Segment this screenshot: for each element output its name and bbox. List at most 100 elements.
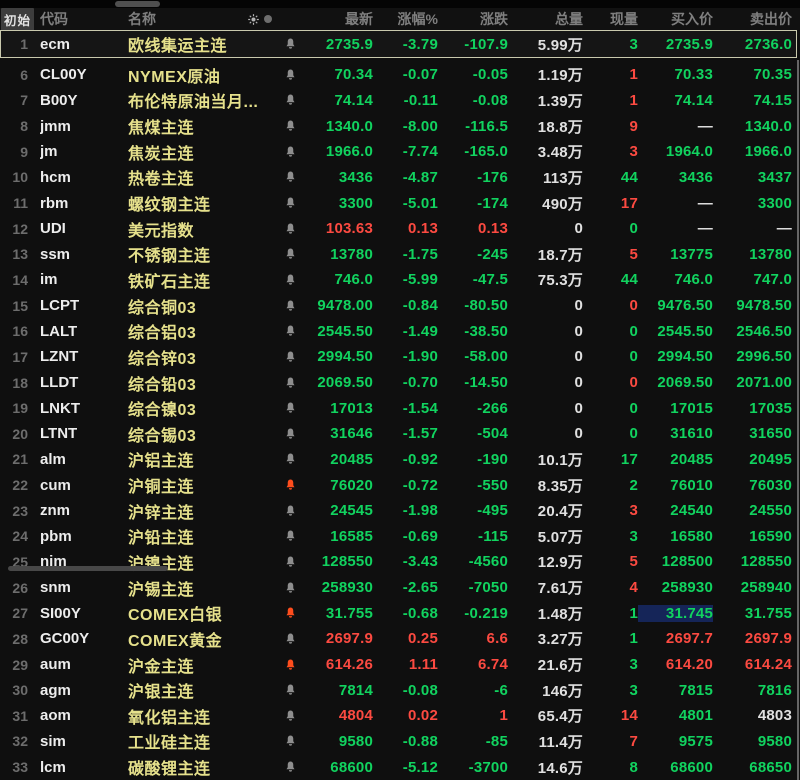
- change-value: -115: [438, 528, 508, 545]
- table-row[interactable]: 33lcm碳酸锂主连68600-5.12-370014.6万8686006865…: [0, 754, 800, 780]
- column-header-name[interactable]: 名称: [128, 9, 280, 29]
- change-value: -116.5: [438, 118, 508, 135]
- table-row[interactable]: 18LLDT综合铅032069.50-0.70-14.50002069.5020…: [0, 370, 800, 396]
- alert-bell-icon[interactable]: [280, 555, 300, 569]
- bid-price: —: [638, 118, 713, 135]
- alert-bell-icon[interactable]: [280, 683, 300, 697]
- table-row[interactable]: 11rbm螺纹钢主连3300-5.01-174490万17—3300: [0, 190, 800, 216]
- total-volume: 7.61万: [508, 577, 583, 598]
- total-volume: 146万: [508, 680, 583, 701]
- sun-icon[interactable]: [248, 14, 259, 25]
- instrument-name: 工业硅主连: [128, 729, 280, 753]
- alert-bell-icon[interactable]: [280, 529, 300, 543]
- alert-bell-icon[interactable]: [280, 350, 300, 364]
- latest-price: 76020: [300, 477, 373, 494]
- alert-bell-icon[interactable]: [280, 222, 300, 236]
- table-row[interactable]: 9jm焦炭主连1966.0-7.74-165.03.48万31964.01966…: [0, 139, 800, 165]
- current-volume: 0: [583, 374, 638, 391]
- table-row[interactable]: 16LALT综合铝032545.50-1.49-38.50002545.5025…: [0, 318, 800, 344]
- table-row[interactable]: 15LCPT综合铜039478.00-0.84-80.50009476.5094…: [0, 293, 800, 319]
- latest-price: 4804: [300, 707, 373, 724]
- alert-bell-icon[interactable]: [280, 273, 300, 287]
- column-header-code[interactable]: 代码: [40, 9, 128, 29]
- alert-bell-icon[interactable]: [280, 93, 300, 107]
- table-row[interactable]: 28GC00YCOMEX黄金2697.90.256.63.27万12697.72…: [0, 626, 800, 652]
- column-header-bid-price[interactable]: 买入价: [638, 9, 713, 29]
- change-percent: -1.75: [373, 246, 438, 263]
- ask-price: 17035: [713, 400, 792, 417]
- change-value: -165.0: [438, 143, 508, 160]
- alert-bell-icon[interactable]: [280, 581, 300, 595]
- table-row[interactable]: 32sim工业硅主连9580-0.88-8511.4万795759580: [0, 729, 800, 755]
- table-row[interactable]: 7B00Y布伦特原油当月...74.14-0.11-0.081.39万174.1…: [0, 88, 800, 114]
- alert-bell-icon[interactable]: [280, 299, 300, 313]
- alert-bell-icon[interactable]: [280, 478, 300, 492]
- table-row[interactable]: 14im铁矿石主连746.0-5.99-47.575.3万44746.0747.…: [0, 267, 800, 293]
- column-header-change-percent[interactable]: 涨幅%: [373, 9, 438, 29]
- column-header-latest[interactable]: 最新: [300, 9, 373, 29]
- alert-bell-icon[interactable]: [280, 247, 300, 261]
- table-row[interactable]: 20LTNT综合锡0331646-1.57-504003161031650: [0, 421, 800, 447]
- change-percent: -0.11: [373, 92, 438, 109]
- column-header-change[interactable]: 涨跌: [438, 9, 508, 29]
- table-row[interactable]: 26snm沪锡主连258930-2.65-70507.61万4258930258…: [0, 575, 800, 601]
- alert-bell-icon[interactable]: [280, 658, 300, 672]
- alert-bell-icon[interactable]: [280, 401, 300, 415]
- alert-bell-icon[interactable]: [280, 452, 300, 466]
- table-row[interactable]: 29aum沪金主连614.261.116.7421.6万3614.20614.2…: [0, 652, 800, 678]
- table-row[interactable]: 24pbm沪铅主连16585-0.69-1155.07万31658016590: [0, 524, 800, 550]
- instrument-code: LLDT: [40, 374, 128, 391]
- table-row[interactable]: 10hcm热卷主连3436-4.87-176113万4434363437: [0, 165, 800, 191]
- ask-price: 9580: [713, 733, 792, 750]
- change-value: -85: [438, 733, 508, 750]
- dot-icon[interactable]: [264, 15, 272, 23]
- column-header-ask-price[interactable]: 卖出价: [713, 9, 792, 29]
- bid-price: 31610: [638, 425, 713, 442]
- alert-bell-icon[interactable]: [280, 504, 300, 518]
- table-row[interactable]: 6CL00YNYMEX原油70.34-0.07-0.051.19万170.337…: [0, 62, 800, 88]
- table-row[interactable]: 12UDI美元指数103.630.130.1300——: [0, 216, 800, 242]
- current-volume: 0: [583, 220, 638, 237]
- change-value: -38.50: [438, 323, 508, 340]
- alert-bell-icon[interactable]: [280, 376, 300, 390]
- current-volume: 0: [583, 348, 638, 365]
- current-volume: 3: [583, 143, 638, 160]
- change-value: -266: [438, 400, 508, 417]
- alert-bell-icon[interactable]: [280, 427, 300, 441]
- bid-price: 17015: [638, 400, 713, 417]
- table-row[interactable]: 19LNKT综合镍0317013-1.54-266001701517035: [0, 395, 800, 421]
- table-row[interactable]: 21alm沪铝主连20485-0.92-19010.1万172048520495: [0, 447, 800, 473]
- column-header-total-volume[interactable]: 总量: [508, 9, 583, 29]
- alert-bell-icon[interactable]: [280, 709, 300, 723]
- table-row[interactable]: 31aom氧化铝主连48040.02165.4万1448014803: [0, 703, 800, 729]
- row-number: 15: [0, 298, 40, 314]
- table-row[interactable]: 8jmm焦煤主连1340.0-8.00-116.518.8万9—1340.0: [0, 113, 800, 139]
- alert-bell-icon[interactable]: [280, 68, 300, 82]
- middle-horizontal-scrollbar[interactable]: [8, 566, 168, 571]
- total-volume: 0: [508, 348, 583, 365]
- table-row[interactable]: 22cum沪铜主连76020-0.72-5508.35万27601076030: [0, 472, 800, 498]
- alert-bell-icon[interactable]: [280, 145, 300, 159]
- table-row[interactable]: 13ssm不锈钢主连13780-1.75-24518.7万51377513780: [0, 241, 800, 267]
- alert-bell-icon[interactable]: [280, 760, 300, 774]
- table-row[interactable]: 1ecm欧线集运主连2735.9-3.79-107.95.99万32735.92…: [0, 30, 797, 58]
- alert-bell-icon[interactable]: [280, 196, 300, 210]
- instrument-code: ecm: [40, 36, 128, 53]
- alert-bell-icon[interactable]: [280, 606, 300, 620]
- vertical-scrollbar[interactable]: [797, 60, 799, 780]
- table-body: 6CL00YNYMEX原油70.34-0.07-0.051.19万170.337…: [0, 62, 800, 780]
- alert-bell-icon[interactable]: [280, 324, 300, 338]
- column-header-current-volume[interactable]: 现量: [583, 9, 638, 29]
- top-scroll-thumb[interactable]: [115, 1, 160, 7]
- alert-bell-icon[interactable]: [280, 632, 300, 646]
- alert-bell-icon[interactable]: [280, 37, 300, 51]
- column-header-initial[interactable]: 初始: [0, 8, 40, 31]
- table-row[interactable]: 30agm沪银主连7814-0.08-6146万378157816: [0, 677, 800, 703]
- alert-bell-icon[interactable]: [280, 170, 300, 184]
- table-row[interactable]: 23znm沪锌主连24545-1.98-49520.4万32454024550: [0, 498, 800, 524]
- ask-price: 13780: [713, 246, 792, 263]
- alert-bell-icon[interactable]: [280, 119, 300, 133]
- alert-bell-icon[interactable]: [280, 734, 300, 748]
- table-row[interactable]: 27SI00YCOMEX白银31.755-0.68-0.2191.48万131.…: [0, 600, 800, 626]
- table-row[interactable]: 17LZNT综合锌032994.50-1.90-58.00002994.5029…: [0, 344, 800, 370]
